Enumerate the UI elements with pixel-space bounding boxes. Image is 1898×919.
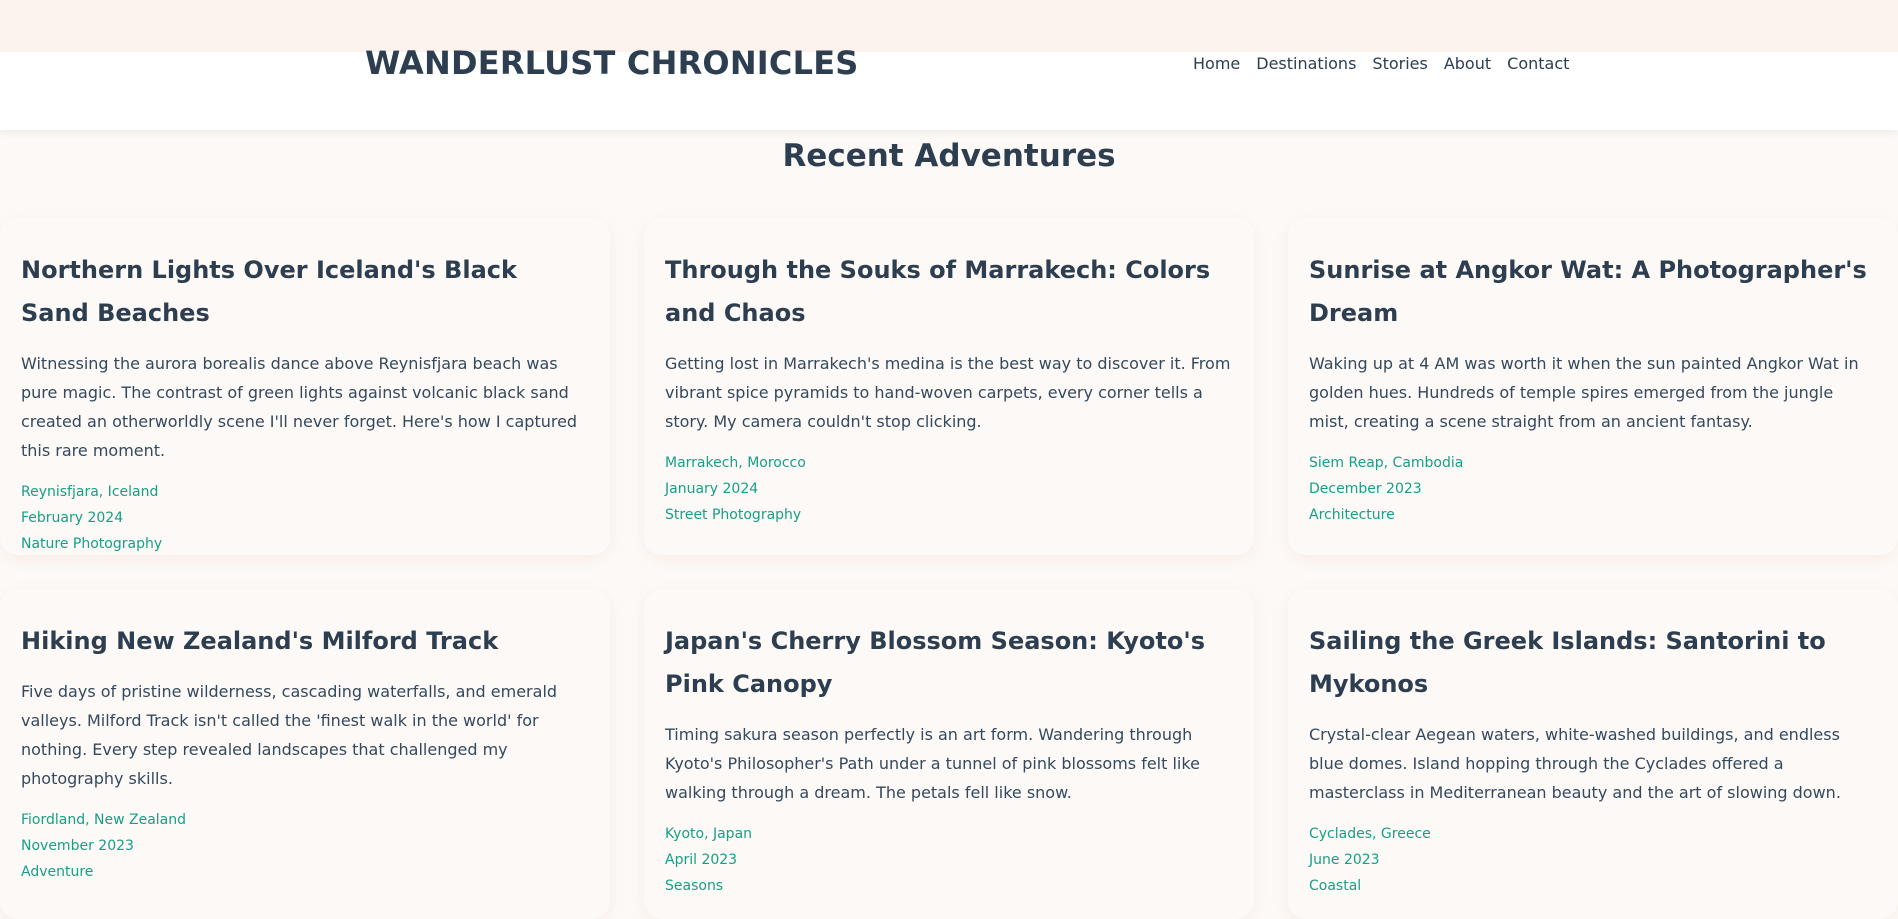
- post-meta: Siem Reap, Cambodia December 2023 Archit…: [1309, 450, 1877, 528]
- post-location: Marrakech, Morocco: [665, 455, 806, 471]
- post-location: Cyclades, Greece: [1309, 826, 1431, 842]
- post-excerpt: Waking up at 4 AM was worth it when the …: [1309, 354, 1859, 431]
- nav-contact[interactable]: Contact: [1507, 54, 1569, 73]
- post-card-greek-islands[interactable]: Sailing the Greek Islands: Santorini to …: [1288, 589, 1898, 919]
- post-category: Adventure: [21, 864, 94, 880]
- post-category: Coastal: [1309, 878, 1362, 894]
- post-date: January 2024: [665, 481, 759, 497]
- post-category: Nature Photography: [21, 536, 163, 552]
- post-title[interactable]: Northern Lights Over Iceland's Black San…: [21, 249, 589, 335]
- site-header: [0, 52, 1898, 130]
- post-card-marrakech[interactable]: Through the Souks of Marrakech: Colors a…: [644, 218, 1254, 555]
- post-category: Architecture: [1309, 507, 1395, 523]
- post-title[interactable]: Through the Souks of Marrakech: Colors a…: [665, 249, 1233, 335]
- nav-about[interactable]: About: [1444, 54, 1491, 73]
- post-location: Siem Reap, Cambodia: [1309, 455, 1464, 471]
- post-location: Reynisfjara, Iceland: [21, 484, 159, 500]
- post-excerpt: Getting lost in Marrakech's medina is th…: [665, 354, 1231, 431]
- post-title[interactable]: Hiking New Zealand's Milford Track: [21, 620, 589, 663]
- top-band: [0, 0, 1898, 52]
- post-card-iceland[interactable]: Northern Lights Over Iceland's Black San…: [0, 218, 610, 555]
- post-location: Kyoto, Japan: [665, 826, 753, 842]
- post-title[interactable]: Sunrise at Angkor Wat: A Photographer's …: [1309, 249, 1877, 335]
- post-card-angkor-wat[interactable]: Sunrise at Angkor Wat: A Photographer's …: [1288, 218, 1898, 555]
- post-meta: Reynisfjara, Iceland February 2024 Natur…: [21, 479, 589, 557]
- site-title[interactable]: WANDERLUST CHRONICLES: [365, 44, 859, 82]
- nav-destinations[interactable]: Destinations: [1256, 54, 1356, 73]
- post-meta: Kyoto, Japan April 2023 Seasons: [665, 821, 1233, 899]
- post-card-kyoto[interactable]: Japan's Cherry Blossom Season: Kyoto's P…: [644, 589, 1254, 919]
- nav-home[interactable]: Home: [1193, 54, 1240, 73]
- post-location: Fiordland, New Zealand: [21, 812, 187, 828]
- post-meta: Cyclades, Greece June 2023 Coastal: [1309, 821, 1877, 899]
- section-title: Recent Adventures: [782, 138, 1116, 174]
- post-card-milford-track[interactable]: Hiking New Zealand's Milford Track Five …: [0, 589, 610, 919]
- post-meta: Fiordland, New Zealand November 2023 Adv…: [21, 807, 589, 885]
- post-date: February 2024: [21, 510, 124, 526]
- post-excerpt: Five days of pristine wilderness, cascad…: [21, 682, 558, 788]
- post-excerpt: Witnessing the aurora borealis dance abo…: [21, 354, 578, 460]
- post-category: Seasons: [665, 878, 724, 894]
- post-date: December 2023: [1309, 481, 1422, 497]
- post-category: Street Photography: [665, 507, 802, 523]
- post-meta: Marrakech, Morocco January 2024 Street P…: [665, 450, 1233, 528]
- post-title[interactable]: Sailing the Greek Islands: Santorini to …: [1309, 620, 1877, 706]
- post-date: April 2023: [665, 852, 738, 868]
- nav-stories[interactable]: Stories: [1372, 54, 1427, 73]
- post-excerpt: Timing sakura season perfectly is an art…: [665, 725, 1200, 802]
- post-excerpt: Crystal-clear Aegean waters, white-washe…: [1309, 725, 1841, 802]
- post-date: November 2023: [21, 838, 134, 854]
- post-date: June 2023: [1309, 852, 1380, 868]
- main-nav: Home Destinations Stories About Contact: [1193, 54, 1569, 73]
- post-title[interactable]: Japan's Cherry Blossom Season: Kyoto's P…: [665, 620, 1233, 706]
